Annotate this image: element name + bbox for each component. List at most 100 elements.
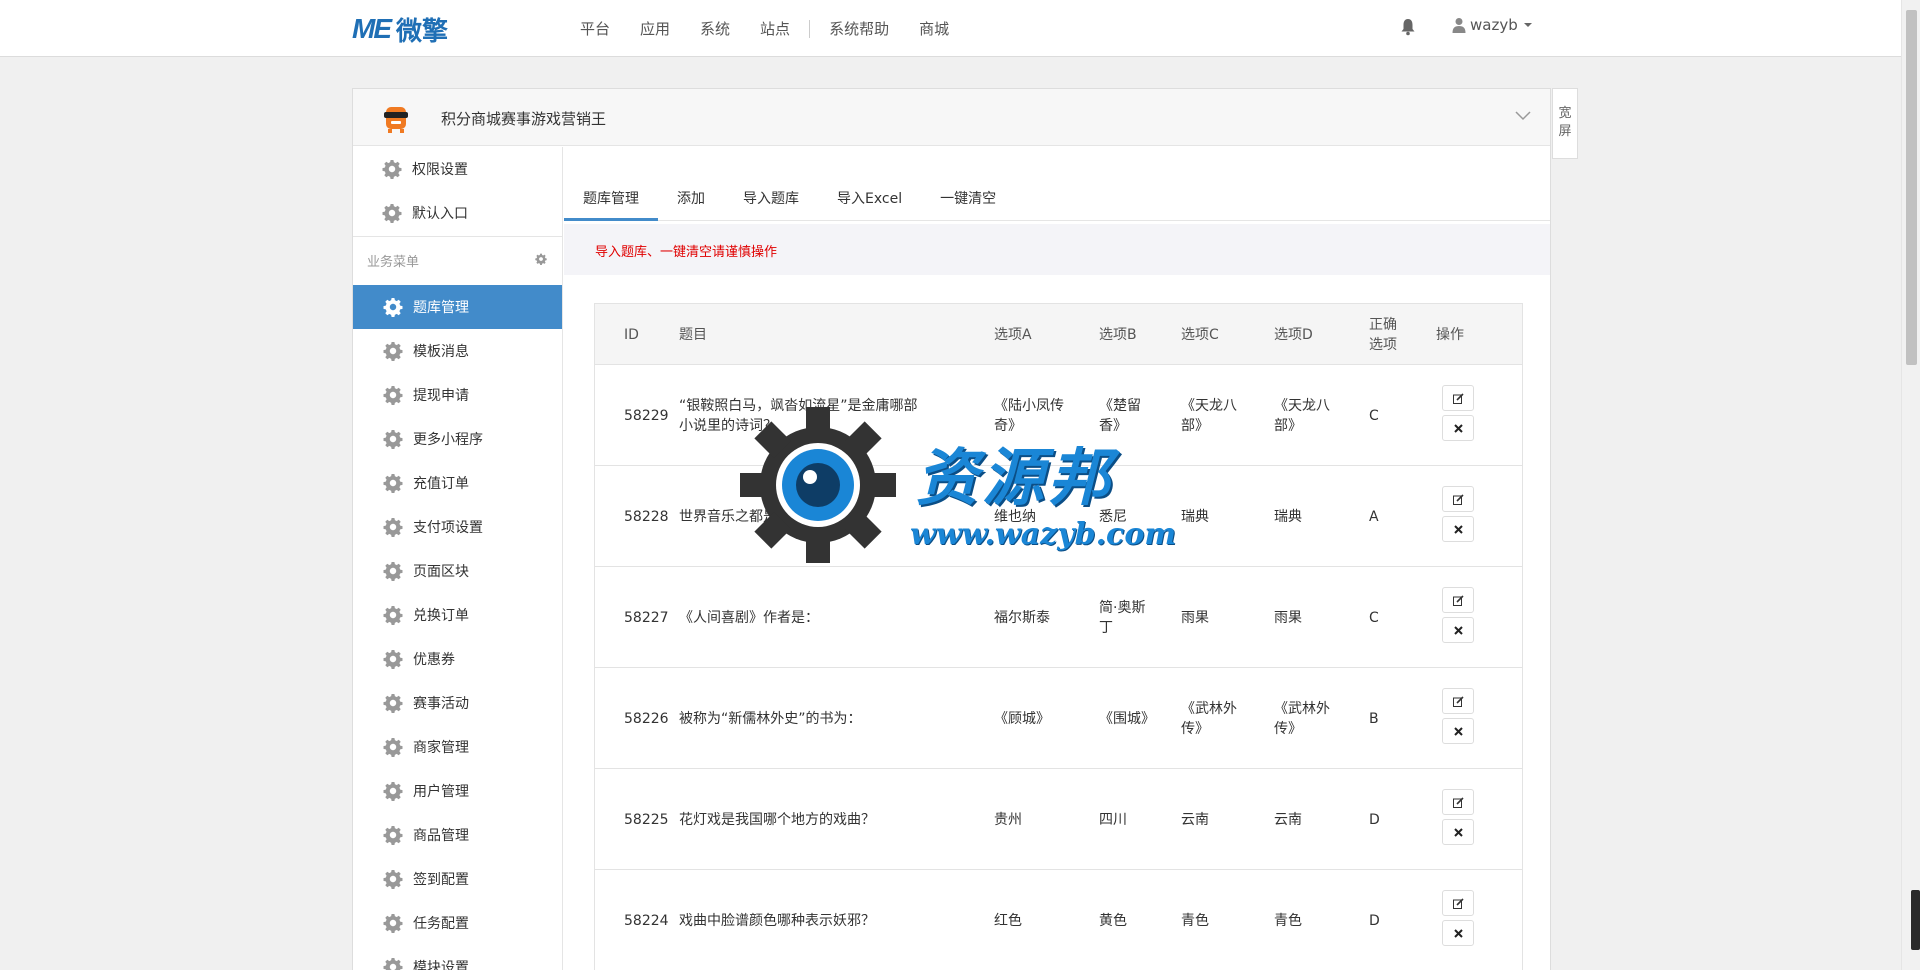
sidebar-item-label: 签到配置	[413, 872, 469, 888]
logo-text: 微擎	[396, 16, 449, 47]
wide-screen-button[interactable]: 宽屏	[1552, 88, 1578, 159]
sidebar-menu-item[interactable]: 赛事活动	[353, 681, 562, 725]
sidebar-menu-item[interactable]: 模块设置	[353, 945, 562, 970]
sidebar-menu-item[interactable]: 题库管理	[353, 285, 562, 329]
sidebar-item-label: 模块设置	[413, 960, 469, 970]
row-actions	[1442, 688, 1474, 748]
bell-icon[interactable]	[1400, 18, 1416, 36]
gear-icon	[382, 160, 402, 179]
tab-import-excel[interactable]: 导入Excel	[818, 187, 921, 221]
chevron-down-icon[interactable]	[1515, 111, 1531, 121]
nav-site[interactable]: 站点	[760, 18, 790, 39]
cell-correct: A	[1369, 508, 1379, 525]
edit-button[interactable]	[1442, 587, 1474, 613]
cell-option-d: 雨果	[1274, 609, 1302, 626]
cell-option-d: 《武林外传》	[1274, 700, 1330, 737]
edit-button[interactable]	[1442, 789, 1474, 815]
cell-option-a: 红色	[994, 912, 1022, 929]
logo-mark: ME	[352, 13, 392, 44]
sidebar-menu-item[interactable]: 更多小程序	[353, 417, 562, 461]
close-icon	[1453, 726, 1463, 736]
sidebar-item-permissions[interactable]: 权限设置	[353, 147, 562, 191]
delete-button[interactable]	[1442, 920, 1474, 946]
col-option-b: 选项B	[1099, 326, 1137, 343]
row-actions	[1442, 789, 1474, 849]
row-actions	[1442, 385, 1474, 445]
sidebar-item-label: 题库管理	[413, 300, 469, 316]
edit-button[interactable]	[1442, 890, 1474, 916]
edit-button[interactable]	[1442, 688, 1474, 714]
gear-icon	[383, 342, 403, 361]
sidebar-menu-item[interactable]: 商品管理	[353, 813, 562, 857]
edit-icon	[1452, 594, 1464, 606]
sidebar-menu-item[interactable]: 用户管理	[353, 769, 562, 813]
nav-store[interactable]: 商城	[919, 18, 949, 39]
gear-icon	[383, 430, 403, 449]
cell-option-a: 《顾城》	[994, 710, 1050, 727]
sidebar-menu-item[interactable]: 商家管理	[353, 725, 562, 769]
page-scrollbar[interactable]	[1901, 0, 1920, 970]
edit-button[interactable]	[1442, 385, 1474, 411]
delete-button[interactable]	[1442, 718, 1474, 744]
sidebar-menu-item[interactable]: 优惠券	[353, 637, 562, 681]
gear-icon	[383, 738, 403, 757]
sidebar-menu-item[interactable]: 任务配置	[353, 901, 562, 945]
edit-button[interactable]	[1442, 486, 1474, 512]
cell-correct: C	[1369, 407, 1379, 424]
watermark: 资源邦 www.wazyb.com	[738, 405, 1198, 565]
row-actions	[1442, 587, 1474, 647]
sidebar-menu-item[interactable]: 模板消息	[353, 329, 562, 373]
sidebar-menu-item[interactable]: 支付项设置	[353, 505, 562, 549]
gear-icon	[383, 298, 403, 317]
nav-help[interactable]: 系统帮助	[829, 18, 889, 39]
sidebar-item-label: 用户管理	[413, 784, 469, 800]
delete-button[interactable]	[1442, 415, 1474, 441]
nav-system[interactable]: 系统	[700, 18, 730, 39]
cell-option-d: 云南	[1274, 811, 1302, 828]
gear-icon	[383, 606, 403, 625]
sidebar-item-default-entry[interactable]: 默认入口	[353, 191, 562, 235]
sidebar-menu-item[interactable]: 提现申请	[353, 373, 562, 417]
delete-button[interactable]	[1442, 617, 1474, 643]
cell-correct: B	[1369, 710, 1379, 727]
sidebar-item-label: 充值订单	[413, 476, 469, 492]
warning-text: 导入题库、一键清空请谨慎操作	[595, 245, 778, 260]
nav-platform[interactable]: 平台	[580, 18, 610, 39]
delete-button[interactable]	[1442, 516, 1474, 542]
close-icon	[1453, 423, 1463, 433]
tab-import-bank[interactable]: 导入题库	[724, 187, 818, 221]
nav-apps[interactable]: 应用	[640, 18, 670, 39]
col-option-d: 选项D	[1274, 326, 1313, 343]
tab-add[interactable]: 添加	[658, 187, 724, 221]
sidebar-item-label: 更多小程序	[413, 432, 483, 448]
row-actions	[1442, 486, 1474, 546]
user-menu[interactable]: wazyb	[1452, 16, 1532, 34]
gear-icon	[383, 650, 403, 669]
logo[interactable]: ME 微擎	[352, 13, 449, 47]
tab-question-bank[interactable]: 题库管理	[564, 187, 658, 221]
cell-option-d: 《天龙八部》	[1274, 397, 1330, 434]
gear-icon	[383, 958, 403, 970]
col-actions: 操作	[1436, 326, 1464, 343]
gear-icon[interactable]	[535, 253, 547, 265]
sidebar-menu-item[interactable]: 充值订单	[353, 461, 562, 505]
cell-option-a: 贵州	[994, 811, 1022, 828]
watermark-gear-icon	[740, 407, 896, 563]
cell-id: 58228	[624, 508, 669, 525]
cell-id: 58226	[624, 710, 669, 727]
cell-id: 58229	[624, 407, 669, 424]
side-widget	[1911, 890, 1920, 950]
gear-icon	[383, 870, 403, 889]
col-id: ID	[624, 326, 639, 343]
tab-clear-all[interactable]: 一键清空	[921, 187, 1015, 221]
user-icon	[1452, 18, 1466, 33]
sidebar-menu-item[interactable]: 兑换订单	[353, 593, 562, 637]
gear-icon	[382, 204, 402, 223]
gear-icon	[383, 474, 403, 493]
col-option-c: 选项C	[1181, 326, 1219, 343]
scrollbar-thumb[interactable]	[1906, 10, 1917, 365]
sidebar-item-label: 页面区块	[413, 564, 469, 580]
sidebar-menu-item[interactable]: 签到配置	[353, 857, 562, 901]
delete-button[interactable]	[1442, 819, 1474, 845]
sidebar-menu-item[interactable]: 页面区块	[353, 549, 562, 593]
